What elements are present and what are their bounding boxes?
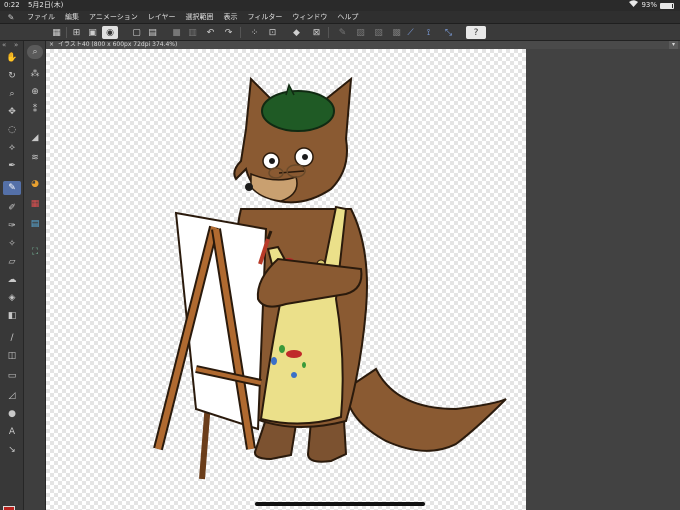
grid-snap-icon[interactable]: ⤡ bbox=[442, 26, 455, 39]
layers-icon[interactable]: ≋ bbox=[26, 151, 44, 165]
menu-selection[interactable]: 選択範囲 bbox=[181, 12, 219, 22]
undo-icon[interactable]: ↶ bbox=[204, 26, 217, 39]
search-icon[interactable]: ⌕ bbox=[27, 45, 43, 59]
document-title: イラスト40 (800 x 600px 72dpi 374.4%) bbox=[58, 41, 178, 48]
figure-tool-icon[interactable]: ◫ bbox=[3, 349, 21, 363]
hand-tool-icon[interactable]: ✋ bbox=[3, 51, 21, 65]
save-icon[interactable]: ■ bbox=[170, 26, 183, 39]
rotate-tool-icon[interactable]: ↻ bbox=[3, 69, 21, 83]
gradient-tool-icon[interactable]: ◧ bbox=[3, 309, 21, 323]
divider bbox=[66, 27, 67, 38]
sub-tool-2-icon[interactable]: ⊕ bbox=[26, 85, 44, 99]
menu-animation[interactable]: アニメーション bbox=[84, 12, 143, 22]
correct-line-tool-icon[interactable]: ↘ bbox=[3, 443, 21, 457]
divider bbox=[328, 27, 329, 38]
blend-tool-icon[interactable]: ☁ bbox=[3, 273, 21, 287]
brush-tool-icon[interactable]: ✐ bbox=[3, 201, 21, 215]
ruler-snap-icon[interactable]: ⟋ bbox=[404, 26, 417, 39]
open-file-icon[interactable]: ▣ bbox=[86, 26, 99, 39]
divider bbox=[240, 27, 241, 38]
airbrush-tool-icon[interactable]: ✑ bbox=[3, 219, 21, 233]
pencil-tool-icon[interactable]: ✎ bbox=[3, 181, 21, 195]
export-icon[interactable]: ▥ bbox=[186, 26, 199, 39]
eyedropper-tool-icon[interactable]: ⟡ bbox=[3, 141, 21, 155]
status-time: 0:22 bbox=[4, 1, 20, 9]
new-canvas-icon[interactable]: ⊞ bbox=[70, 26, 83, 39]
sub-tool-3-icon[interactable]: ⁑ bbox=[26, 103, 44, 117]
app-logo-icon[interactable]: ✎ bbox=[0, 13, 22, 22]
menu-file[interactable]: ファイル bbox=[22, 12, 60, 22]
special-ruler-icon[interactable]: ⟟ bbox=[422, 26, 435, 39]
lasso-tool-icon[interactable]: ◌ bbox=[3, 123, 21, 137]
status-bar: 0:22 5月2日(木) 93% bbox=[0, 0, 680, 11]
wifi-icon bbox=[629, 0, 639, 11]
zoom-tool-icon[interactable]: ⌕ bbox=[3, 87, 21, 101]
command-bar: ▦ ⊞ ▣ ◉ ▢ ▤ ■ ▥ ↶ ↷ ⁘ ⊡ ◆ ⊠ ✎ ▨ ▧ ▩ ⟋ ⟟ … bbox=[0, 24, 680, 41]
sub-tool-1-icon[interactable]: ⁂ bbox=[26, 67, 44, 81]
eraser-tool-icon[interactable]: ▱ bbox=[3, 255, 21, 269]
ruler-tool-icon[interactable]: ◿ bbox=[3, 389, 21, 403]
battery-icon bbox=[660, 2, 674, 9]
move-tool-icon[interactable]: ✥ bbox=[3, 105, 21, 119]
drawing-canvas[interactable] bbox=[46, 49, 526, 510]
companion-mode-icon[interactable]: ◉ bbox=[102, 26, 118, 39]
canvas-area bbox=[46, 49, 680, 510]
clear-icon[interactable]: ▨ bbox=[354, 26, 367, 39]
deselect-icon[interactable]: ⁘ bbox=[248, 26, 261, 39]
document-tab[interactable]: × イラスト40 (800 x 600px 72dpi 374.4%) ▾ bbox=[46, 41, 680, 49]
fill-tool-icon[interactable]: ◈ bbox=[3, 291, 21, 305]
menu-filter[interactable]: フィルター bbox=[243, 12, 288, 22]
tool-palette: « » ✋ ↻ ⌕ ✥ ◌ ⟡ ✒ ✎ ✐ ✑ ✧ ▱ ☁ ◈ ◧ ∕ ◫ ▭ … bbox=[0, 41, 24, 510]
close-tab-icon[interactable]: × bbox=[49, 41, 54, 49]
menu-help[interactable]: ヘルプ bbox=[332, 12, 363, 22]
text-tool-icon[interactable]: A bbox=[3, 425, 21, 439]
balloon-tool-icon[interactable]: ● bbox=[3, 407, 21, 421]
edit-icon[interactable]: ✎ bbox=[336, 26, 349, 39]
invert-selection-icon[interactable]: ⊡ bbox=[266, 26, 279, 39]
menu-bar: ✎ ファイル 編集 アニメーション レイヤー 選択範囲 表示 フィルター ウィン… bbox=[0, 11, 680, 24]
redo-icon[interactable]: ↷ bbox=[222, 26, 235, 39]
transform-icon[interactable]: ⊠ bbox=[310, 26, 323, 39]
sub-tool-palette: ⌕ ⁂ ⊕ ⁑ ◢ ≋ ◕ ▦ ▤ ⛶ bbox=[24, 41, 46, 510]
frame-tool-icon[interactable]: ▭ bbox=[3, 369, 21, 383]
collapse-icon[interactable]: « bbox=[2, 41, 6, 51]
folder-icon[interactable]: ▤ bbox=[146, 26, 159, 39]
grid-menu-icon[interactable]: ▦ bbox=[50, 26, 63, 39]
navigator-icon[interactable]: ⛶ bbox=[26, 245, 44, 259]
expand-icon[interactable]: » bbox=[14, 41, 18, 51]
status-date: 5月2日(木) bbox=[27, 1, 64, 9]
home-indicator bbox=[255, 502, 425, 506]
fill-icon[interactable]: ▧ bbox=[372, 26, 385, 39]
eraser-icon[interactable]: ◆ bbox=[290, 26, 303, 39]
color-set-icon[interactable]: ▦ bbox=[26, 197, 44, 211]
color-wheel-icon[interactable]: ◕ bbox=[26, 177, 44, 191]
mask-icon[interactable]: ▩ bbox=[390, 26, 403, 39]
chevron-down-icon[interactable]: ▾ bbox=[669, 41, 678, 49]
fox-painter-illustration bbox=[153, 76, 507, 480]
menu-view[interactable]: 表示 bbox=[219, 12, 243, 22]
menu-layer[interactable]: レイヤー bbox=[143, 12, 181, 22]
pen-tool-icon[interactable]: ✒ bbox=[3, 159, 21, 173]
menu-edit[interactable]: 編集 bbox=[60, 12, 84, 22]
brush-size-icon[interactable]: ◢ bbox=[26, 131, 44, 145]
main-color-swatch[interactable] bbox=[3, 506, 15, 510]
battery-percent: 93% bbox=[641, 1, 657, 9]
document-icon[interactable]: ▢ bbox=[130, 26, 143, 39]
line-tool-icon[interactable]: ∕ bbox=[3, 331, 21, 345]
decoration-tool-icon[interactable]: ✧ bbox=[3, 237, 21, 251]
help-icon[interactable]: ? bbox=[466, 26, 486, 39]
menu-window[interactable]: ウィンドウ bbox=[287, 12, 332, 22]
color-history-icon[interactable]: ▤ bbox=[26, 217, 44, 231]
